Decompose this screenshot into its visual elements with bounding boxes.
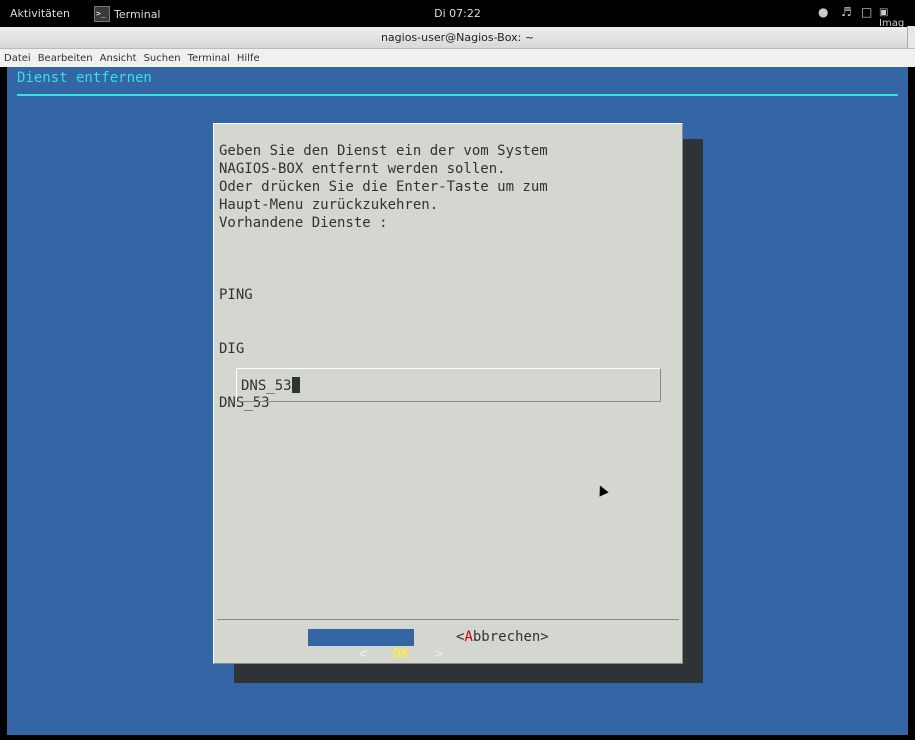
dialog-backtitle: Dienst entfernen (17, 70, 152, 86)
ok-label: OK (392, 646, 410, 662)
ok-right-bracket: > (434, 646, 443, 662)
cancel-button[interactable]: <Abbrechen> (456, 629, 549, 646)
window-scrollbar[interactable] (907, 26, 915, 48)
cancel-hotkey: A (464, 629, 473, 645)
image-icon: ▣ (879, 7, 889, 18)
menu-bearbeiten[interactable]: Bearbeiten (38, 53, 93, 64)
network-icon[interactable]: □ (861, 5, 872, 19)
ok-button[interactable]: < OK > (308, 629, 443, 662)
gnome-top-bar: Aktivitäten >_ Terminal Di 07:22 ● ♬ □ ▣… (0, 0, 915, 29)
window-titlebar[interactable]: nagios-user@Nagios-Box: ~ (0, 27, 915, 49)
cancel-rest: bbrechen> (472, 629, 549, 645)
service-item: PING (219, 287, 253, 303)
ok-left-bracket: < (358, 646, 368, 662)
terminal-area[interactable]: Dienst entfernen Geben Sie den Dienst ei… (7, 67, 908, 735)
service-input[interactable]: DNS_53 (236, 368, 661, 402)
menu-terminal[interactable]: Terminal (188, 53, 230, 64)
menu-bar: Datei Bearbeiten Ansicht Suchen Terminal… (0, 49, 915, 67)
menu-ansicht[interactable]: Ansicht (100, 53, 137, 64)
volume-icon[interactable]: ♬ (841, 5, 852, 19)
dialog-message: Geben Sie den Dienst ein der vom System … (219, 143, 548, 231)
bottom-edge (0, 735, 915, 740)
remove-service-dialog: Geben Sie den Dienst ein der vom System … (213, 123, 683, 664)
service-list: PING DIG DNS_53 (219, 250, 270, 448)
backtitle-divider (17, 94, 898, 96)
service-input-value: DNS_53 (241, 378, 292, 394)
button-divider (217, 619, 679, 620)
text-cursor (291, 377, 300, 393)
clock[interactable]: Di 07:22 (0, 7, 915, 20)
menu-hilfe[interactable]: Hilfe (237, 53, 260, 64)
service-item: DIG (219, 341, 245, 357)
menu-suchen[interactable]: Suchen (144, 53, 181, 64)
menu-datei[interactable]: Datei (4, 53, 31, 64)
window-title: nagios-user@Nagios-Box: ~ (380, 31, 535, 44)
accessibility-icon[interactable]: ● (818, 5, 828, 19)
